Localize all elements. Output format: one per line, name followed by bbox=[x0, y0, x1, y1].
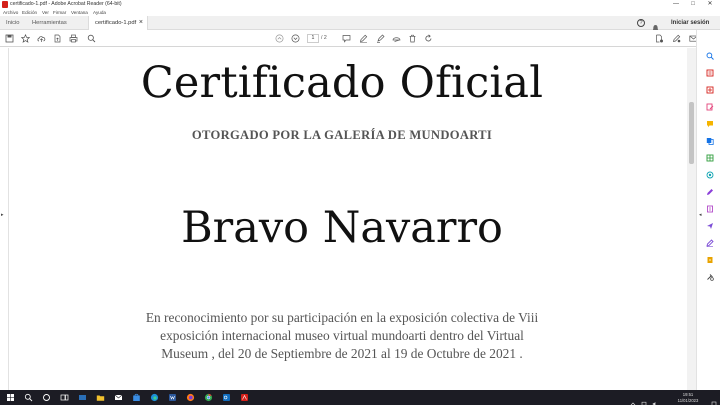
bell-icon[interactable] bbox=[652, 19, 659, 32]
taskbar: 19:51 11/01/2023 bbox=[0, 390, 720, 405]
menu-item-ventana[interactable]: Ventana bbox=[71, 9, 88, 16]
network-icon[interactable] bbox=[641, 394, 647, 405]
close-window-button[interactable]: ✕ bbox=[704, 0, 716, 9]
menu-item-edicion[interactable]: Edición bbox=[22, 9, 37, 16]
tab-document-label: certificado-1.pdf bbox=[95, 20, 137, 26]
comment-tool-icon[interactable] bbox=[706, 120, 714, 128]
tray-chevron-icon[interactable] bbox=[630, 394, 636, 405]
task-view-icon[interactable] bbox=[60, 393, 69, 402]
volume-icon[interactable] bbox=[652, 394, 658, 405]
widgets-icon[interactable] bbox=[78, 393, 87, 402]
star-icon[interactable] bbox=[21, 34, 30, 43]
page-down-icon[interactable] bbox=[291, 34, 300, 43]
taskbar-clock[interactable]: 19:51 11/01/2023 bbox=[668, 392, 708, 403]
mail-icon[interactable] bbox=[114, 393, 123, 402]
upload-cloud-icon[interactable] bbox=[37, 34, 46, 43]
zoom-search-icon[interactable] bbox=[87, 34, 96, 43]
acrobat-taskbar-icon[interactable] bbox=[240, 393, 249, 402]
windows-start-icon[interactable] bbox=[6, 393, 15, 402]
maximize-button[interactable]: □ bbox=[687, 0, 699, 9]
edge-browser-icon[interactable] bbox=[150, 393, 159, 402]
highlighter-icon[interactable] bbox=[376, 34, 385, 43]
export-pdf-icon[interactable] bbox=[706, 69, 714, 77]
file-explorer-icon[interactable] bbox=[96, 393, 105, 402]
chrome-icon[interactable] bbox=[204, 393, 213, 402]
signature-icon[interactable] bbox=[672, 34, 681, 43]
outlook-icon[interactable] bbox=[222, 393, 231, 402]
right-tools-panel: ◂ bbox=[696, 30, 720, 390]
toolbar: 1 / 2 bbox=[0, 30, 720, 47]
combine-files-icon[interactable] bbox=[706, 137, 714, 145]
stamp-icon[interactable] bbox=[392, 34, 401, 43]
protect-pen-icon[interactable] bbox=[706, 239, 714, 247]
minimize-button[interactable]: — bbox=[670, 0, 682, 9]
menu-item-ayuda[interactable]: Ayuda bbox=[93, 9, 106, 16]
menu-item-ver[interactable]: Ver bbox=[42, 9, 49, 16]
firefox-icon[interactable] bbox=[186, 393, 195, 402]
tab-bar: Inicio Herramientas certificado-1.pdf × … bbox=[0, 16, 720, 32]
menu-item-archivo[interactable]: Archivo bbox=[3, 9, 18, 16]
pen-icon[interactable] bbox=[359, 34, 368, 43]
word-icon[interactable] bbox=[168, 393, 177, 402]
zoom-tool-icon[interactable] bbox=[706, 52, 714, 60]
sign-in-link[interactable]: Iniciar sesión bbox=[671, 16, 709, 30]
acrobat-app-icon bbox=[2, 1, 8, 8]
file-upload-icon[interactable] bbox=[53, 34, 62, 43]
store-icon[interactable] bbox=[132, 393, 141, 402]
scan-ocr-icon[interactable] bbox=[706, 171, 714, 179]
send-sign-icon[interactable] bbox=[706, 222, 714, 230]
rotate-icon[interactable] bbox=[424, 34, 433, 43]
page-number-input[interactable]: 1 bbox=[307, 34, 319, 43]
taskbar-search-icon[interactable] bbox=[24, 393, 33, 402]
trash-icon[interactable] bbox=[408, 34, 417, 43]
certificate-body-text: En reconocimiento por su participación e… bbox=[145, 310, 539, 361]
clock-date: 11/01/2023 bbox=[677, 397, 699, 403]
menu-bar: Archivo Edición Ver Firmar Ventana Ayuda bbox=[0, 9, 720, 16]
certificate-subtitle: OTORGADO POR LA GALERÍA DE MUNDOARTI bbox=[191, 128, 493, 142]
print-icon[interactable] bbox=[69, 34, 78, 43]
certificate-title: Certificado Oficial bbox=[140, 58, 544, 108]
tab-document[interactable]: certificado-1.pdf × bbox=[88, 16, 148, 31]
title-bar: certificado-1.pdf - Adobe Acrobat Reader… bbox=[0, 0, 720, 9]
tab-home[interactable]: Inicio bbox=[6, 16, 20, 30]
vertical-scrollbar[interactable] bbox=[687, 48, 696, 390]
more-tools-icon[interactable] bbox=[706, 273, 714, 281]
tab-tools[interactable]: Herramientas bbox=[32, 16, 67, 30]
recipient-name: Bravo Navarro bbox=[181, 203, 503, 253]
close-tab-icon[interactable]: × bbox=[139, 16, 143, 30]
share-file-icon[interactable] bbox=[655, 34, 664, 43]
fill-sign-icon[interactable] bbox=[706, 188, 714, 196]
notifications-icon[interactable] bbox=[711, 394, 717, 405]
menu-item-firmar[interactable]: Firmar bbox=[53, 9, 66, 16]
edit-pdf-icon[interactable] bbox=[706, 103, 714, 111]
page-up-icon[interactable] bbox=[275, 34, 284, 43]
cortana-icon[interactable] bbox=[42, 393, 51, 402]
right-panel-toggle-icon[interactable]: ◂ bbox=[699, 212, 702, 218]
prepare-form-icon[interactable] bbox=[706, 205, 714, 213]
comment-icon[interactable] bbox=[342, 34, 351, 43]
help-icon[interactable]: ? bbox=[637, 19, 645, 27]
page-total-label: / 2 bbox=[321, 35, 327, 41]
organize-pages-icon[interactable] bbox=[706, 154, 714, 162]
save-icon[interactable] bbox=[5, 34, 14, 43]
create-pdf-icon[interactable] bbox=[706, 86, 714, 94]
compress-pdf-icon[interactable] bbox=[706, 256, 714, 264]
scrollbar-thumb[interactable] bbox=[689, 102, 694, 164]
window-title: certificado-1.pdf - Adobe Acrobat Reader… bbox=[10, 1, 122, 7]
